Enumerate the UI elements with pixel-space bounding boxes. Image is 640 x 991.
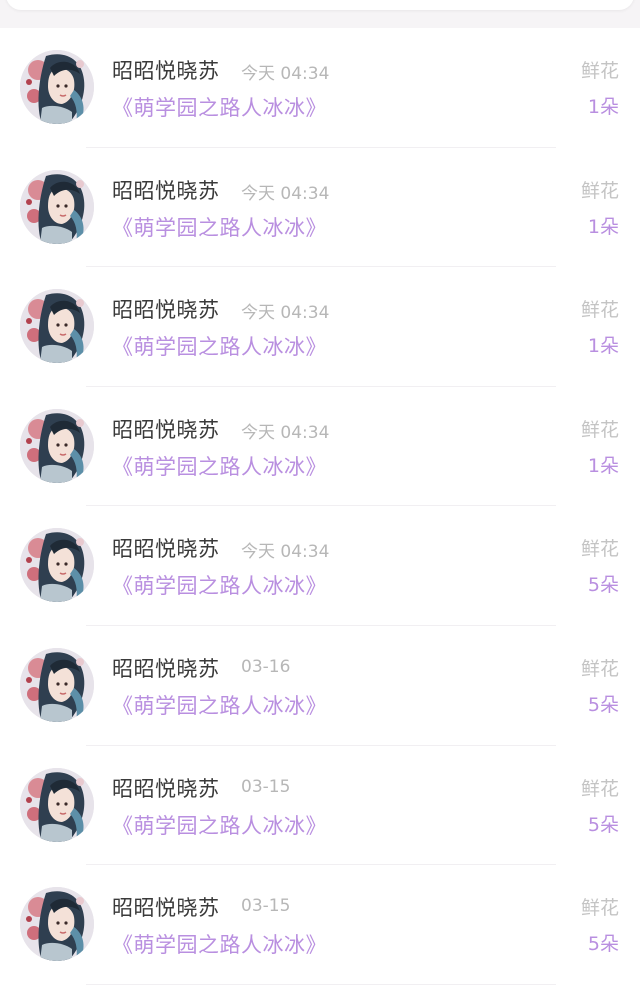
avatar[interactable] — [20, 887, 94, 962]
avatar[interactable] — [20, 648, 94, 722]
book-title-link[interactable]: 《萌学园之路人冰冰》 — [112, 451, 327, 481]
list-item[interactable]: 昭昭悦晓苏 今天 04:34 《萌学园之路人冰冰》 鲜花 1朵 — [0, 267, 640, 387]
gift-type: 鲜花 — [580, 538, 619, 561]
avatar[interactable] — [20, 169, 94, 244]
divider — [86, 983, 556, 985]
avatar-illustration-icon — [20, 50, 94, 124]
avatar-illustration-icon — [20, 169, 94, 244]
gift-count: 5朵 — [587, 574, 619, 597]
avatar-illustration-icon — [20, 887, 94, 962]
gift-record-list: 昭昭悦晓苏 今天 04:34 《萌学园之路人冰冰》 鲜花 1朵 昭昭悦晓苏 今天… — [0, 28, 640, 991]
gift-type: 鲜花 — [580, 658, 619, 680]
user-name[interactable]: 昭昭悦晓苏 — [112, 414, 220, 444]
gift-type: 鲜花 — [580, 179, 619, 202]
user-name[interactable]: 昭昭悦晓苏 — [112, 653, 220, 683]
gift-type: 鲜花 — [580, 60, 619, 82]
gift-type: 鲜花 — [580, 418, 619, 441]
gift-count: 5朵 — [587, 813, 619, 836]
timestamp: 今天 04:34 — [241, 183, 330, 204]
timestamp: 今天 04:34 — [241, 422, 330, 443]
list-item[interactable]: 昭昭悦晓苏 今天 04:34 《萌学园之路人冰冰》 鲜花 5朵 — [0, 506, 640, 626]
avatar[interactable] — [20, 767, 94, 842]
user-name[interactable]: 昭昭悦晓苏 — [112, 892, 220, 922]
user-name[interactable]: 昭昭悦晓苏 — [112, 175, 220, 205]
user-name[interactable]: 昭昭悦晓苏 — [112, 55, 220, 85]
book-title-link[interactable]: 《萌学园之路人冰冰》 — [112, 810, 327, 840]
timestamp: 今天 04:34 — [241, 64, 330, 84]
avatar-illustration-icon — [20, 767, 94, 842]
list-item[interactable]: 昭昭悦晓苏 03-16 《萌学园之路人冰冰》 鲜花 5朵 — [0, 626, 640, 746]
avatar[interactable] — [20, 408, 94, 483]
gift-type: 鲜花 — [580, 897, 619, 920]
avatar-illustration-icon — [20, 528, 94, 603]
avatar-illustration-icon — [20, 648, 94, 722]
timestamp: 03-16 — [241, 657, 291, 677]
top-card — [6, 0, 634, 10]
user-name[interactable]: 昭昭悦晓苏 — [112, 533, 220, 563]
timestamp: 03-15 — [241, 896, 291, 917]
avatar-illustration-icon — [20, 408, 94, 483]
book-title-link[interactable]: 《萌学园之路人冰冰》 — [112, 92, 327, 122]
gift-count: 1朵 — [587, 335, 619, 358]
list-item[interactable]: 昭昭悦晓苏 03-15 《萌学园之路人冰冰》 鲜花 5朵 — [0, 746, 640, 866]
book-title-link[interactable]: 《萌学园之路人冰冰》 — [112, 690, 327, 720]
gift-type: 鲜花 — [580, 777, 619, 800]
book-title-link[interactable]: 《萌学园之路人冰冰》 — [112, 331, 327, 361]
gift-count: 1朵 — [587, 454, 619, 477]
user-name[interactable]: 昭昭悦晓苏 — [112, 294, 220, 324]
list-item[interactable]: 昭昭悦晓苏 03-15 《萌学园之路人冰冰》 鲜花 5朵 — [0, 865, 640, 985]
list-item[interactable]: 昭昭悦晓苏 今天 04:34 《萌学园之路人冰冰》 鲜花 1朵 — [0, 148, 640, 268]
book-title-link[interactable]: 《萌学园之路人冰冰》 — [112, 570, 327, 600]
timestamp: 今天 04:34 — [241, 303, 330, 324]
book-title-link[interactable]: 《萌学园之路人冰冰》 — [112, 929, 327, 959]
avatar[interactable] — [20, 50, 94, 124]
gift-count: 1朵 — [587, 215, 619, 238]
avatar-illustration-icon — [20, 289, 94, 364]
gift-count: 5朵 — [587, 933, 619, 956]
list-item[interactable]: 昭昭悦晓苏 今天 04:34 《萌学园之路人冰冰》 鲜花 1朵 — [0, 28, 640, 148]
book-title-link[interactable]: 《萌学园之路人冰冰》 — [112, 212, 327, 242]
timestamp: 03-15 — [241, 776, 291, 797]
avatar[interactable] — [20, 528, 94, 603]
list-item[interactable]: 昭昭悦晓苏 今天 04:34 《萌学园之路人冰冰》 鲜花 1朵 — [0, 387, 640, 507]
gift-count: 1朵 — [587, 96, 619, 118]
timestamp: 今天 04:34 — [241, 542, 330, 563]
user-name[interactable]: 昭昭悦晓苏 — [112, 773, 220, 803]
gift-count: 5朵 — [587, 694, 619, 716]
avatar[interactable] — [20, 289, 94, 364]
gift-type: 鲜花 — [580, 299, 619, 322]
